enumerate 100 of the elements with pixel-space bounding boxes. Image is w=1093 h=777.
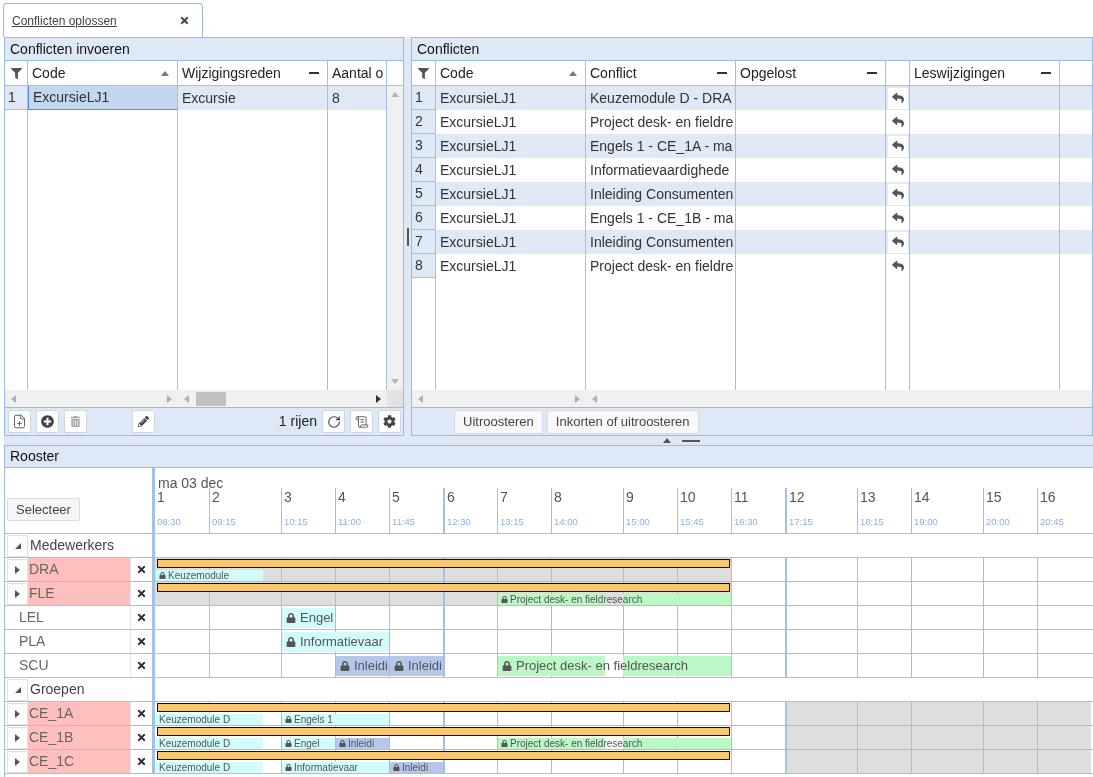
grip-icon [406,227,409,246]
horizontal-scrollbar[interactable] [586,390,1092,407]
refresh-button[interactable] [322,410,345,433]
slot-time: 12:30 [447,516,472,528]
trash-icon [70,416,81,427]
excursion-bar[interactable] [157,751,730,760]
curved-arrow-icon [891,92,904,104]
caret-right-icon [15,565,20,574]
column-header[interactable]: Wijzigingsreden [178,61,328,85]
caret-down-right-icon [14,686,21,693]
lesson-label: Keuzemodule D [159,738,231,749]
panel-title: Conflicten [417,39,480,59]
row-number: 4 [412,158,436,182]
filter-icon[interactable] [418,67,429,79]
expand-toggle[interactable] [7,678,28,701]
close-icon [136,564,147,575]
horizontal-scrollbar[interactable] [5,390,178,407]
lesson-block[interactable]: Inleidi [336,656,389,676]
revert-button[interactable] [887,183,908,205]
resource-name[interactable]: CE_1A [28,702,130,725]
revert-button[interactable] [887,135,908,157]
dash-icon [309,72,319,74]
expand-toggle[interactable] [7,582,28,605]
revert-button[interactable] [887,87,908,109]
caret-down-icon [391,379,399,384]
resource-name[interactable]: FLE [28,582,130,605]
excursion-bar[interactable] [157,727,730,736]
lesson-block[interactable]: Inleidi [390,656,443,676]
lesson-block[interactable]: Engel [282,608,335,628]
slot-number: 5 [392,488,401,506]
lesson-block[interactable]: Project desk- en fieldresearch [498,656,731,676]
lesson-block[interactable]: Informatievaar [282,632,389,652]
slot-number: 11 [734,488,750,506]
slot-number: 15 [986,488,1003,506]
close-icon [136,636,147,647]
tab[interactable]: Conflicten oplossen [3,3,203,37]
filter-icon[interactable] [10,67,22,79]
excursion-bar[interactable] [157,583,730,592]
expand-toggle[interactable] [7,534,28,557]
lesson-block[interactable]: Keuzemodule D [156,714,263,725]
script-button[interactable] [350,410,373,433]
new-document-button[interactable] [8,410,31,433]
vertical-scrollbar[interactable] [387,86,403,390]
expand-toggle[interactable] [7,726,28,749]
lesson-label: Engel [300,610,334,626]
row-number: 8 [412,254,436,278]
expand-toggle[interactable] [7,702,28,725]
lesson-block[interactable]: Engel [282,738,335,749]
lesson-block[interactable]: Keuzemodule D [156,762,263,773]
lesson-block[interactable]: Project desk- en fieldresearch [498,738,731,749]
lesson-block[interactable]: Informatievaar [282,762,389,773]
scrollbar-thumb[interactable] [196,391,226,406]
action-button[interactable]: Uitroosteren [454,409,543,434]
lesson-block[interactable]: Project desk- en fieldresearch [498,594,731,605]
expand-toggle[interactable] [7,558,28,581]
horizontal-scrollbar[interactable] [178,390,387,407]
settings-icon [383,415,396,428]
excursion-bar[interactable] [157,703,730,712]
caret-up-icon [569,70,577,76]
panel-title: Conflicten invoeren [10,39,130,59]
lesson-block[interactable]: Keuzemodule [156,570,263,581]
lesson-label: Project desk- en fieldresearch [510,738,643,749]
close-icon[interactable] [179,15,190,26]
action-button[interactable]: Inkorten of uitroosteren [546,409,699,434]
slot-time: 16:30 [734,516,759,528]
lesson-block[interactable]: Inleidi [390,762,443,773]
excursion-bar[interactable] [157,559,730,568]
lesson-block[interactable]: Keuzemodule D [156,738,263,749]
column-header[interactable]: Leswijzigingen [910,61,1060,85]
lesson-label: Informatievaar [294,762,358,773]
resource-name[interactable]: CE_1B [28,726,130,749]
column-header[interactable]: Opgelost [736,61,886,85]
column-header[interactable]: Code [28,61,178,85]
column-header[interactable]: Aantal o [328,61,387,85]
scroll-icon [354,414,369,429]
revert-button[interactable] [887,231,908,253]
resource-name[interactable]: CE_1C [28,750,130,773]
slot-time: 08:30 [157,516,182,528]
slot-time: 19:00 [914,516,939,528]
slot-time: 09:15 [212,516,237,528]
add-button[interactable] [36,410,59,433]
column-header[interactable]: Conflict [586,61,736,85]
lesson-label: Project desk- en fieldresearch [510,594,643,605]
lesson-label: Engels 1 [294,714,333,725]
settings-button[interactable] [378,410,401,433]
table-cell: ExcursieLJ1 [28,86,178,110]
caret-up-icon [161,70,169,76]
row-number: 7 [412,230,436,254]
horizontal-scrollbar[interactable] [412,390,586,407]
slot-number: 4 [338,488,347,506]
column-header[interactable]: Code [436,61,586,85]
caret-up-icon [663,438,671,443]
edit-button[interactable] [132,410,155,433]
resource-name[interactable]: DRA [28,558,130,581]
expand-toggle[interactable] [7,750,28,773]
lesson-block[interactable]: Engels 1 [282,714,389,725]
select-button[interactable]: Selecteer [7,498,80,522]
caret-left-icon [11,394,16,403]
slot-time: 17:15 [789,516,814,528]
lesson-block[interactable]: Inleidi [336,738,389,749]
